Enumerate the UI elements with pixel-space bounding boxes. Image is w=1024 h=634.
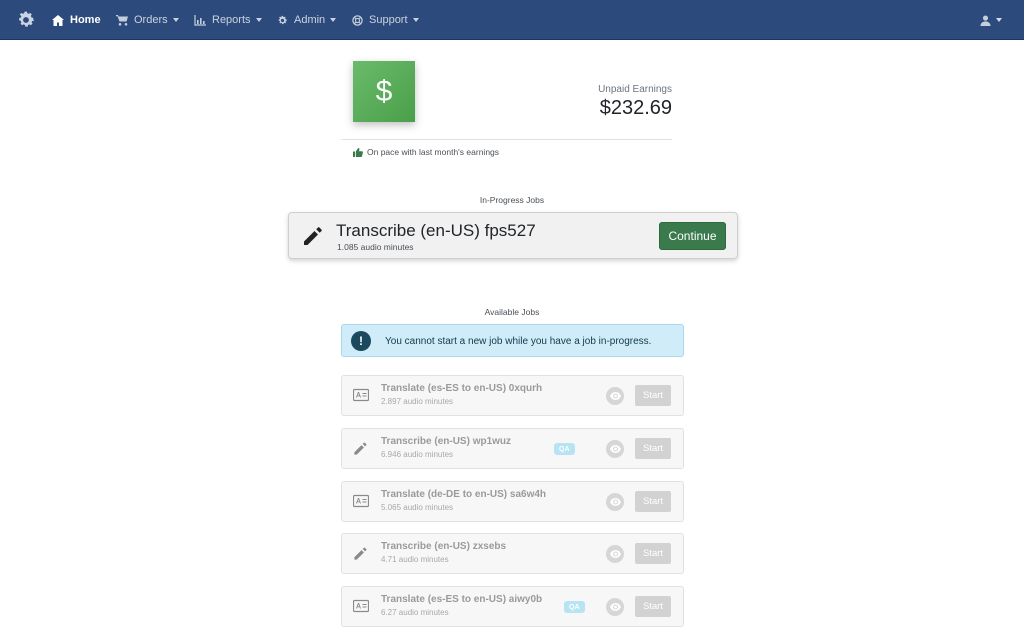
start-button[interactable]: Start (635, 596, 671, 617)
user-icon (980, 14, 991, 26)
chevron-down-icon (996, 18, 1002, 22)
eye-icon (609, 445, 621, 453)
start-button[interactable]: Start (635, 385, 671, 406)
divider (341, 139, 672, 140)
top-navbar: Home Orders Reports Admin Support (0, 0, 1024, 40)
pace-text: On pace with last month's earnings (367, 147, 500, 157)
nav-support[interactable]: Support (352, 0, 419, 40)
job-row: Translate (es-ES to en-US) 0xqurh 2.897 … (341, 375, 684, 416)
nav-orders-label: Orders (134, 14, 168, 26)
chevron-down-icon (255, 18, 262, 22)
job-title: Translate (es-ES to en-US) aiwy0b (381, 594, 543, 605)
nav-reports-label: Reports (212, 14, 251, 26)
job-title: Transcribe (en-US) wp1wuz (381, 436, 512, 447)
translate-icon (353, 388, 369, 402)
cog-icon (278, 15, 287, 24)
job-duration: 6.946 audio minutes (381, 450, 454, 459)
start-button[interactable]: Start (635, 543, 671, 564)
job-duration: 5.065 audio minutes (381, 503, 454, 512)
job-duration: 4.71 audio minutes (381, 555, 449, 564)
job-title: Transcribe (en-US) zxsebs (381, 541, 507, 552)
job-duration: 6.27 audio minutes (381, 608, 449, 617)
preview-button[interactable] (606, 598, 624, 616)
pencil-icon (354, 547, 367, 560)
qa-badge: QA (564, 601, 585, 613)
job-title: Translate (es-ES to en-US) 0xqurh (381, 383, 543, 394)
preview-button[interactable] (606, 440, 624, 458)
cart-icon (116, 14, 128, 26)
chart-icon (194, 14, 206, 26)
in-progress-job-card: Transcribe (en-US) fps527 1.085 audio mi… (288, 212, 738, 259)
pace-status: On pace with last month's earnings (353, 147, 499, 157)
pencil-icon (304, 227, 322, 245)
start-button[interactable]: Start (635, 438, 671, 459)
life-ring-icon (352, 14, 363, 26)
continue-button[interactable]: Continue (659, 222, 726, 250)
dollar-icon: $ (353, 61, 415, 122)
preview-button[interactable] (606, 493, 624, 511)
start-button[interactable]: Start (635, 491, 671, 512)
nav-home[interactable]: Home (52, 0, 101, 40)
translate-icon (353, 494, 369, 508)
preview-button[interactable] (606, 545, 624, 563)
preview-button[interactable] (606, 387, 624, 405)
unpaid-earnings-label: Unpaid Earnings (598, 84, 672, 95)
chevron-down-icon (412, 18, 419, 22)
nav-admin-label: Admin (294, 14, 326, 26)
nav-orders[interactable]: Orders (116, 0, 179, 40)
available-jobs-heading: Available Jobs (484, 307, 540, 317)
job-duration: 2.897 audio minutes (381, 397, 454, 406)
gear-logo-icon[interactable] (16, 10, 36, 30)
eye-icon (609, 603, 621, 611)
eye-icon (609, 550, 621, 558)
exclamation-icon: ! (351, 331, 371, 351)
dollar-symbol: $ (375, 74, 393, 108)
job-row: Translate (es-ES to en-US) aiwy0b 6.27 a… (341, 586, 684, 627)
in-progress-job-duration: 1.085 audio minutes (337, 242, 414, 252)
job-row: Translate (de-DE to en-US) sa6w4h 5.065 … (341, 481, 684, 522)
in-progress-job-title: Transcribe (en-US) fps527 (336, 221, 536, 240)
in-progress-heading: In-Progress Jobs (479, 195, 545, 205)
job-row: Transcribe (en-US) zxsebs 4.71 audio min… (341, 533, 684, 574)
nav-admin[interactable]: Admin (277, 0, 337, 40)
eye-icon (609, 498, 621, 506)
nav-support-label: Support (369, 14, 408, 26)
nav-home-label: Home (70, 14, 101, 26)
home-icon (52, 14, 64, 26)
qa-badge: QA (554, 443, 575, 455)
eye-icon (609, 392, 621, 400)
nav-reports[interactable]: Reports (194, 0, 262, 40)
translate-icon (353, 599, 369, 613)
thumbs-up-icon (353, 147, 363, 157)
chevron-down-icon (172, 18, 179, 22)
unpaid-earnings-value: $232.69 (599, 97, 672, 119)
chevron-down-icon (330, 18, 337, 22)
job-row: Transcribe (en-US) wp1wuz 6.946 audio mi… (341, 428, 684, 469)
alert-text: You cannot start a new job while you hav… (385, 336, 652, 347)
job-title: Translate (de-DE to en-US) sa6w4h (381, 489, 547, 500)
user-menu[interactable] (980, 0, 1002, 40)
pencil-icon (354, 442, 367, 455)
info-alert: ! You cannot start a new job while you h… (341, 324, 684, 357)
